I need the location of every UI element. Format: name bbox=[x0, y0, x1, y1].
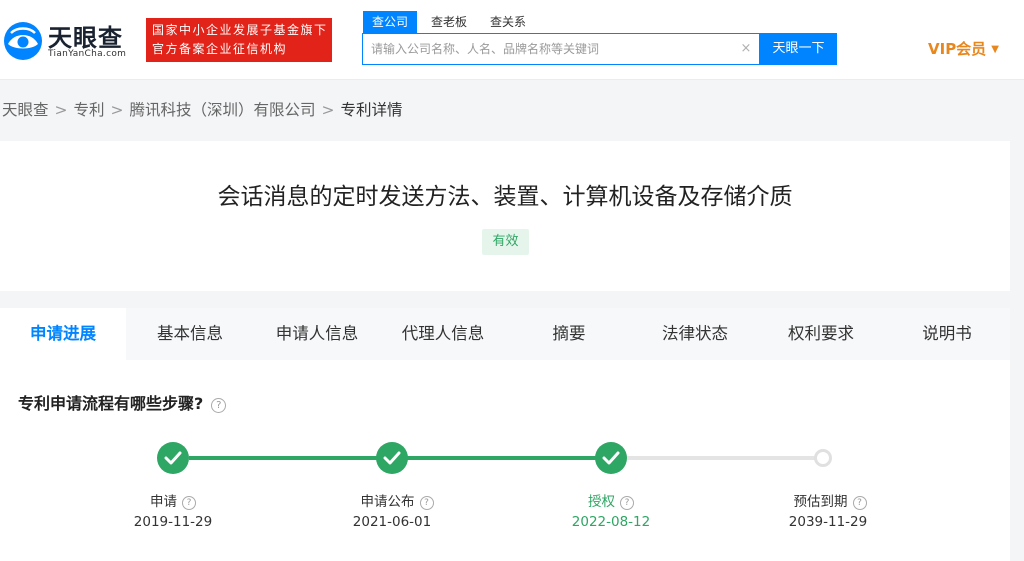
search-button[interactable]: 天眼一下 bbox=[760, 33, 837, 65]
step-node-done bbox=[157, 442, 189, 474]
vip-member-menu[interactable]: VIP会员 ▼ bbox=[928, 38, 999, 60]
tab-application-progress[interactable]: 申请进展 bbox=[0, 308, 126, 360]
question-circle-icon[interactable]: ? bbox=[211, 398, 227, 413]
process-question: 专利申请流程有哪些步骤?? bbox=[18, 390, 227, 414]
search-tab-relation[interactable]: 查关系 bbox=[490, 11, 526, 33]
logo-name: 天眼查 bbox=[48, 24, 123, 52]
vip-label: VIP会员 bbox=[928, 40, 987, 58]
tab-legal-status[interactable]: 法律状态 bbox=[632, 308, 758, 360]
search-tab-boss[interactable]: 查老板 bbox=[431, 11, 467, 33]
check-icon bbox=[602, 451, 620, 465]
step-label: 申请? bbox=[123, 490, 223, 510]
breadcrumb-current: 专利详情 bbox=[340, 101, 403, 119]
tab-applicant-info[interactable]: 申请人信息 bbox=[254, 308, 380, 360]
question-circle-icon[interactable]: ? bbox=[419, 496, 434, 510]
logo-domain: TianYanCha.com bbox=[48, 49, 127, 59]
question-circle-icon[interactable]: ? bbox=[852, 496, 867, 510]
step-label: 申请公布? bbox=[342, 490, 452, 510]
search-tab-company[interactable]: 查公司 bbox=[363, 11, 418, 33]
progress-track-done bbox=[407, 456, 596, 460]
step-date: 2039-11-29 bbox=[788, 514, 868, 530]
process-question-text: 专利申请流程有哪些步骤? bbox=[18, 394, 204, 413]
clear-icon[interactable]: × bbox=[737, 34, 755, 64]
step-node-current bbox=[595, 442, 627, 474]
gov-certification-badge: 国家中小企业发展子基金旗下 官方备案企业征信机构 bbox=[146, 18, 332, 62]
status-badge: 有效 bbox=[482, 229, 529, 255]
breadcrumb-separator: > bbox=[110, 101, 124, 119]
breadcrumb-company[interactable]: 腾讯科技（深圳）有限公司 bbox=[130, 101, 316, 119]
detail-tabs: 申请进展 基本信息 申请人信息 代理人信息 摘要 法律状态 权利要求 说明书 bbox=[0, 308, 1010, 360]
search-input[interactable] bbox=[371, 34, 731, 64]
top-header: 天眼查 TianYanCha.com 国家中小企业发展子基金旗下 官方备案企业征… bbox=[0, 0, 1024, 80]
breadcrumb-patent[interactable]: 专利 bbox=[74, 101, 105, 119]
tab-claims[interactable]: 权利要求 bbox=[758, 308, 884, 360]
step-label-text: 预估到期 bbox=[793, 494, 848, 510]
step-node-pending bbox=[814, 449, 832, 467]
question-circle-icon[interactable]: ? bbox=[182, 496, 196, 510]
check-icon bbox=[164, 451, 182, 465]
tab-agent-info[interactable]: 代理人信息 bbox=[380, 308, 506, 360]
step-label-text: 申请公布 bbox=[360, 494, 415, 510]
step-date: 2022-08-12 bbox=[571, 514, 651, 530]
step-label-text: 授权 bbox=[588, 494, 615, 510]
step-label: 预估到期? bbox=[770, 490, 890, 510]
progress-track-done bbox=[189, 456, 377, 460]
breadcrumb-separator: > bbox=[54, 101, 68, 119]
tab-abstract[interactable]: 摘要 bbox=[506, 308, 632, 360]
caret-down-icon: ▼ bbox=[991, 44, 999, 55]
search-box: × bbox=[362, 33, 760, 65]
site-logo[interactable]: 天眼查 TianYanCha.com bbox=[2, 14, 142, 66]
step-label-text: 申请 bbox=[150, 494, 177, 510]
patent-title: 会话消息的定时发送方法、装置、计算机设备及存储介质 bbox=[217, 184, 793, 210]
eye-logo-icon bbox=[4, 22, 42, 60]
check-icon bbox=[383, 451, 401, 465]
patent-title-card: 会话消息的定时发送方法、装置、计算机设备及存储介质 有效 bbox=[0, 141, 1010, 291]
breadcrumb: 天眼查 > 专利 > 腾讯科技（深圳）有限公司 > 专利详情 bbox=[2, 98, 403, 122]
gov-badge-line1: 国家中小企业发展子基金旗下 bbox=[152, 23, 328, 37]
progress-track-pending bbox=[626, 456, 816, 460]
application-progress-panel: 专利申请流程有哪些步骤?? 申请? 申请公布? 授权? 预估到期? 2019-1… bbox=[0, 360, 1010, 561]
step-label: 授权? bbox=[561, 490, 661, 510]
tab-basic-info[interactable]: 基本信息 bbox=[128, 308, 252, 360]
breadcrumb-separator: > bbox=[321, 101, 335, 119]
tab-description[interactable]: 说明书 bbox=[884, 308, 1010, 360]
step-date: 2019-11-29 bbox=[133, 514, 213, 530]
step-node-done bbox=[376, 442, 408, 474]
gov-badge-line2: 官方备案企业征信机构 bbox=[152, 42, 288, 56]
question-circle-icon[interactable]: ? bbox=[620, 496, 634, 510]
step-date: 2021-06-01 bbox=[352, 514, 432, 530]
breadcrumb-home[interactable]: 天眼查 bbox=[2, 101, 49, 119]
